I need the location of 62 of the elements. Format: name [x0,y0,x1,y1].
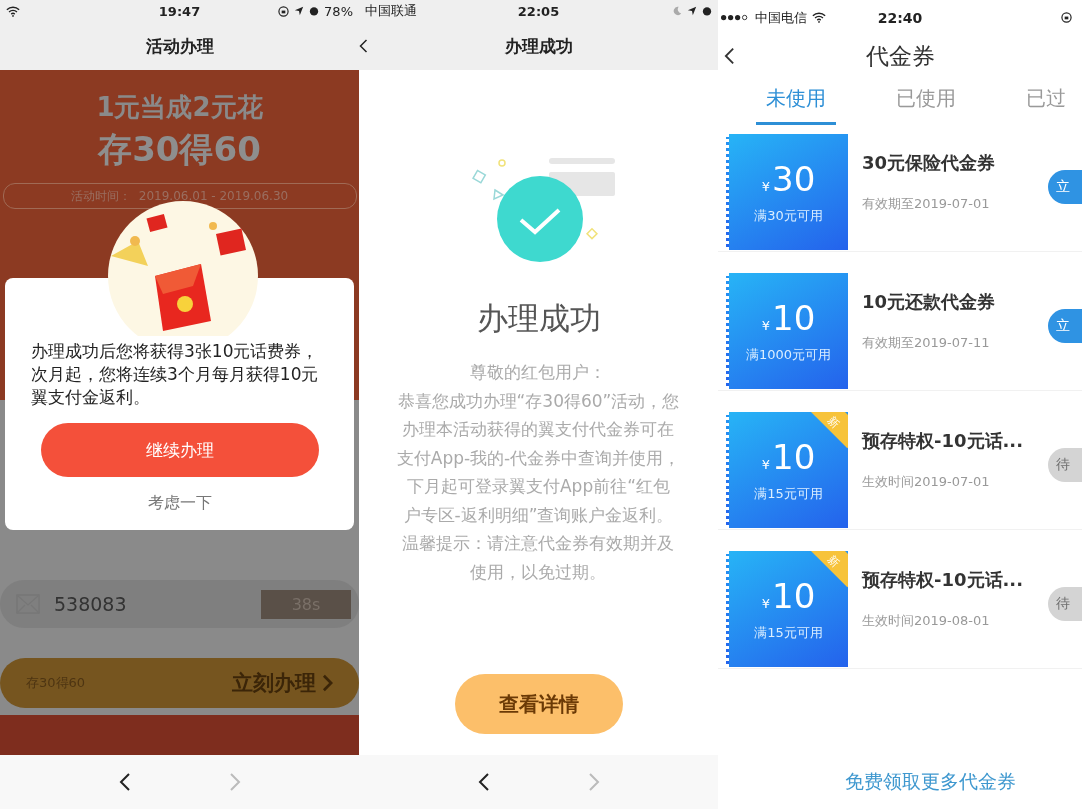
message-line: 温馨提示：请注意代金券有效期并及 [402,532,675,555]
hero-offer: 存30得60 [98,128,261,171]
tab[interactable]: 已过 [1016,77,1076,125]
chevron-right-icon [322,674,333,692]
voucher-validity: 生效时间2019-08-01 [862,612,991,630]
more-vouchers-link[interactable]: 免费领取更多代金券 [784,769,1016,795]
moon-icon [672,6,682,16]
battery-level: 78% [324,3,353,19]
message-line: 恭喜您成功办理“存30得60”活动，您 [397,389,680,413]
success-heading: 办理成功 [476,299,601,338]
code-value: 538083 [54,593,127,615]
tab[interactable]: 已使用 [886,77,966,125]
reconsider-link[interactable]: 考虑一下 [147,493,212,514]
lock-rotation-icon [278,5,290,17]
wifi-icon [812,12,826,23]
lock-rotation-icon [1061,12,1072,23]
hero-headline: 1元当成2元花 [96,91,263,124]
carrier-name: 中国联通 [365,2,417,20]
back-icon[interactable] [477,772,490,792]
period-dates: 2019.06.01 - 2019.06.30 [138,189,289,203]
view-details-button[interactable]: 查看详情 [454,674,623,734]
voucher-condition: 满1000元可用 [745,346,832,364]
message-line: 支付App-我的-代金券中查询并使用， [396,446,681,470]
dialog-message: 办理成功后您将获得3张10元话费券，次月起，您将连续3个月每月获得10元翼支付金返利。 [31,340,320,409]
wifi-icon [6,5,20,17]
status-time: 22:40 [877,9,923,26]
page-title: 活动办理 [145,34,214,58]
voucher-name: 预存特权-10元话... [862,568,1025,592]
voucher-amount: ¥10 [761,576,816,618]
voucher-amount: ¥10 [761,298,816,340]
voucher-condition: 满15元可用 [754,485,823,503]
voucher-condition: 满15元可用 [754,624,823,642]
status-time: 19:47 [158,3,201,19]
voucher-name: 预存特权-10元话... [862,429,1025,453]
apply-now-button[interactable]: 立刻办理 [232,669,333,697]
page-title: 代金券 [865,41,935,71]
back-icon[interactable] [359,38,368,54]
voucher-validity: 生效时间2019-07-01 [862,473,991,491]
location-icon [687,6,697,16]
voucher-action-button[interactable]: 立 [1048,309,1082,343]
message-line: 户专区-返利明细”查询账户金返利。 [403,503,674,527]
back-icon[interactable] [724,46,735,66]
tab[interactable]: 未使用 [756,77,836,125]
continue-button[interactable]: 继续办理 [40,423,319,477]
message-line: 下月起可登录翼支付App前往“红包 [406,475,670,498]
status-time: 22:05 [517,3,560,19]
back-icon[interactable] [118,772,131,792]
location-icon [294,6,305,16]
message-line: 办理本活动获得的翼支付代金券可在 [402,418,675,441]
page-title: 办理成功 [504,34,573,58]
voucher-name: 30元保险代金券 [862,151,997,175]
voucher-amount: ¥30 [761,159,816,201]
message-line: 使用，以免过期。 [470,560,607,584]
voucher-action-button[interactable]: 立 [1048,170,1082,204]
voucher-condition: 满30元可用 [754,207,823,225]
signal-icon [720,14,750,21]
voucher-validity: 有效期至2019-07-01 [862,195,991,213]
voucher-validity: 有效期至2019-07-11 [862,334,991,352]
carrier-name: 中国电信 [755,8,807,27]
voucher-name: 10元还款代金券 [862,290,997,314]
voucher-amount: ¥10 [761,437,816,479]
message-line: 尊敬的红包用户： [470,361,607,384]
